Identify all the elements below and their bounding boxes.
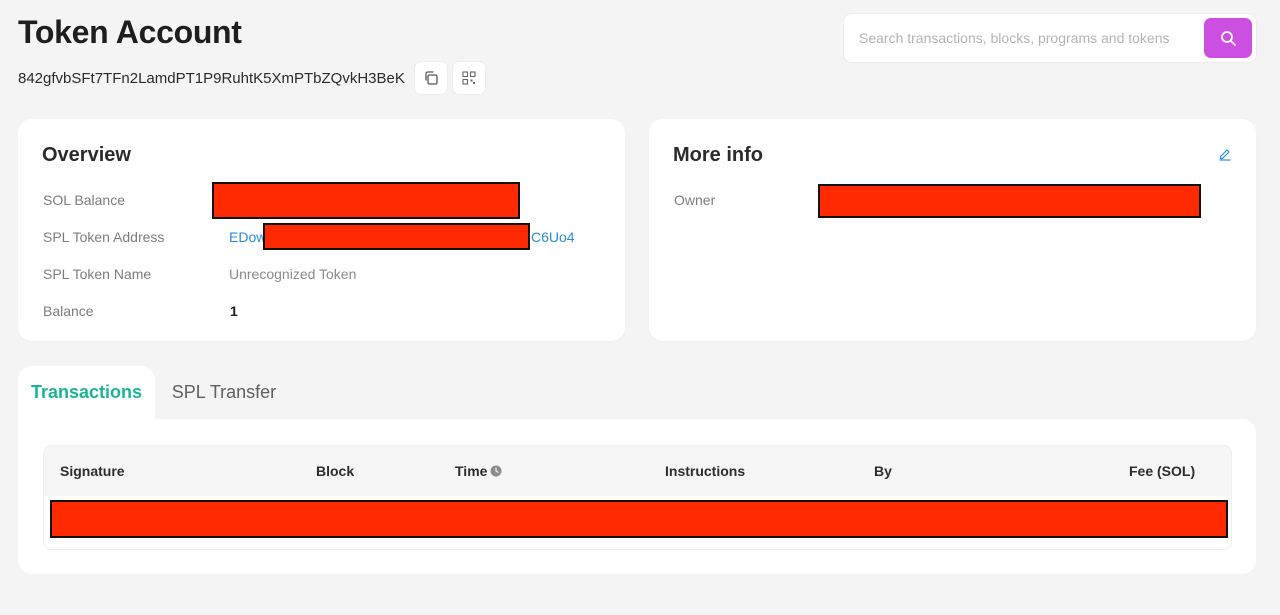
account-address: 842gfvbSFt7TFn2LamdPT1P9RuhtK5XmPTbZQvkH… xyxy=(18,69,405,87)
search-button[interactable] xyxy=(1204,18,1252,58)
transactions-panel: Signature Block Time Instructions By Fee… xyxy=(18,419,1256,574)
spl-token-address-prefix[interactable]: EDow xyxy=(229,229,266,245)
column-fee: Fee (SOL) xyxy=(1129,463,1196,479)
overview-title: Overview xyxy=(42,144,131,166)
balance-label: Balance xyxy=(43,303,94,319)
account-address-row: 842gfvbSFt7TFn2LamdPT1P9RuhtK5XmPTbZQvkH… xyxy=(18,62,485,94)
search-icon xyxy=(1220,30,1236,46)
owner-label: Owner xyxy=(674,192,716,208)
edit-icon xyxy=(1219,149,1231,161)
search-bar xyxy=(844,14,1256,62)
column-time[interactable]: Time xyxy=(455,446,502,496)
copy-icon xyxy=(425,71,438,85)
balance-value: 1 xyxy=(230,303,238,319)
copy-address-button[interactable] xyxy=(414,62,447,94)
table-header: Signature Block Time Instructions By Fee… xyxy=(44,446,1231,496)
qr-code-icon xyxy=(462,71,476,85)
transactions-table: Signature Block Time Instructions By Fee… xyxy=(43,445,1232,550)
redacted-transaction-row xyxy=(50,500,1228,538)
redacted-spl-token-address xyxy=(263,223,530,250)
spl-token-address-suffix[interactable]: C6Uo4 xyxy=(531,229,575,245)
clock-icon xyxy=(490,465,502,477)
spl-token-name-value: Unrecognized Token xyxy=(229,266,357,282)
redacted-owner xyxy=(818,184,1201,218)
column-instructions: Instructions xyxy=(665,463,746,479)
qr-code-button[interactable] xyxy=(452,62,485,94)
column-signature: Signature xyxy=(60,463,125,479)
more-info-card: More info Owner xyxy=(649,119,1256,341)
redacted-sol-balance xyxy=(212,182,520,219)
search-input[interactable] xyxy=(844,14,1204,62)
edit-button[interactable] xyxy=(1218,147,1232,166)
page-title: Token Account xyxy=(18,14,242,50)
spl-token-name-label: SPL Token Name xyxy=(43,266,152,282)
tab-transactions[interactable]: Transactions xyxy=(18,366,155,419)
overview-card: Overview SOL Balance SPL Token Address E… xyxy=(18,119,625,341)
more-info-title: More info xyxy=(673,144,763,166)
sol-balance-label: SOL Balance xyxy=(43,192,125,208)
tab-spl-transfer[interactable]: SPL Transfer xyxy=(155,366,293,419)
column-time-label: Time xyxy=(455,463,488,479)
spl-token-address-label: SPL Token Address xyxy=(43,229,165,245)
column-by: By xyxy=(874,463,892,479)
column-block: Block xyxy=(316,463,355,479)
